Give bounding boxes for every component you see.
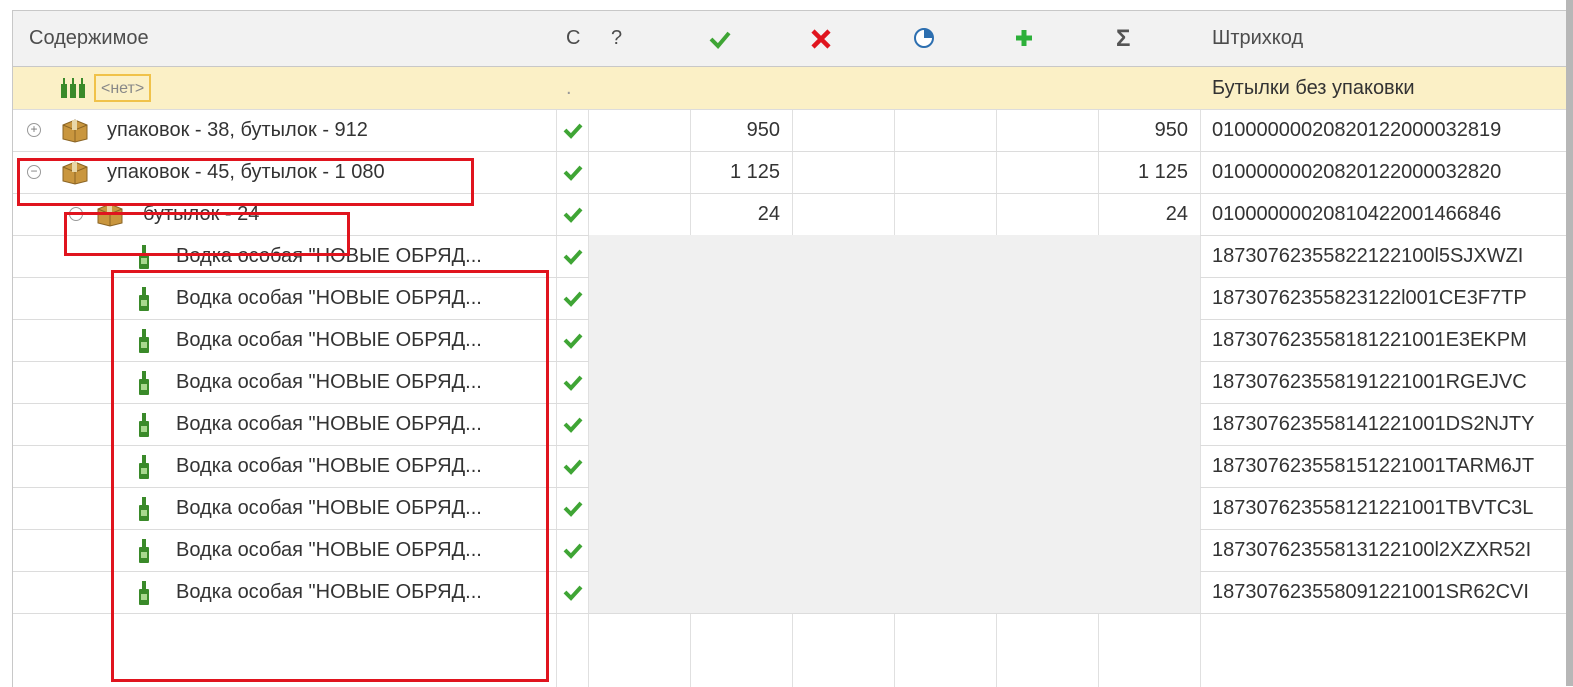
column-header-question[interactable]: ? bbox=[611, 11, 641, 66]
barcode-cell: 01000000020810422001466846 bbox=[1212, 203, 1502, 225]
barcode-cell: 01000000020820122000032819 bbox=[1212, 119, 1502, 141]
table-row[interactable]: <нет> . Бутылки без упаковки bbox=[13, 67, 1573, 110]
c-cell: . bbox=[566, 77, 572, 99]
barcode-cell: 187307623558121221001TBVTC3L bbox=[1212, 497, 1534, 519]
no-packaging-chip: <нет> bbox=[94, 74, 152, 102]
ok-count: 1 125 bbox=[729, 161, 780, 183]
empty-cells bbox=[589, 319, 1200, 361]
check-icon bbox=[563, 319, 588, 361]
check-icon bbox=[709, 31, 731, 49]
column-header-content[interactable]: Содержимое bbox=[29, 11, 549, 66]
check-icon bbox=[563, 235, 588, 277]
empty-cells bbox=[589, 445, 1200, 487]
highlight-box bbox=[111, 270, 549, 682]
check-icon bbox=[563, 529, 588, 571]
barcode-cell: 187307623558181221001E3EKPM bbox=[1212, 329, 1527, 351]
empty-cells bbox=[589, 571, 1200, 613]
grid-header: Содержимое С ? Σ Штрихкод bbox=[13, 11, 1573, 67]
barcode-cell: 187307623558191221001RGEJVC bbox=[1212, 371, 1527, 393]
column-header-barcode[interactable]: Штрихкод bbox=[1212, 11, 1562, 66]
highlight-box bbox=[64, 212, 350, 256]
pie-icon bbox=[914, 28, 934, 48]
barcode-cell: 187307623558151221001TARM6JT bbox=[1212, 455, 1535, 477]
check-icon bbox=[563, 109, 588, 151]
barcode-cell: 18730762355813122100l2XZXR52I bbox=[1212, 539, 1532, 561]
plus-icon bbox=[1016, 30, 1032, 46]
sum-count: 24 bbox=[1165, 203, 1188, 225]
vertical-scrollbar[interactable] bbox=[1566, 0, 1573, 686]
check-icon bbox=[563, 361, 588, 403]
barcode-cell: Бутылки без упаковки bbox=[1212, 77, 1415, 99]
empty-cells bbox=[589, 529, 1200, 571]
check-icon bbox=[563, 277, 588, 319]
package-label: упаковок - 38, бутылок - 912 bbox=[107, 119, 368, 141]
check-icon bbox=[563, 403, 588, 445]
check-icon bbox=[563, 193, 588, 235]
expand-icon[interactable]: + bbox=[27, 123, 41, 137]
column-header-c[interactable]: С bbox=[566, 11, 586, 66]
highlight-box bbox=[17, 158, 474, 206]
barcode-cell: 18730762355823122l001CE3F7TP bbox=[1212, 287, 1527, 309]
column-header-add[interactable] bbox=[1014, 11, 1074, 66]
bottles-icon bbox=[61, 78, 85, 98]
check-icon bbox=[563, 445, 588, 487]
sum-count: 1 125 bbox=[1137, 161, 1188, 183]
barcode-cell: 18730762355822122100l5SJXWZI bbox=[1212, 245, 1524, 267]
empty-cells bbox=[589, 487, 1200, 529]
empty-cells bbox=[589, 361, 1200, 403]
empty-cells bbox=[589, 277, 1200, 319]
column-header-error[interactable] bbox=[810, 11, 870, 66]
column-header-sum[interactable]: Σ bbox=[1116, 11, 1156, 66]
ok-count: 950 bbox=[746, 119, 780, 141]
check-icon bbox=[563, 487, 588, 529]
barcode-cell: 01000000020820122000032820 bbox=[1212, 161, 1502, 183]
ok-count: 24 bbox=[757, 203, 780, 225]
check-icon bbox=[563, 571, 588, 613]
empty-cells bbox=[589, 235, 1200, 277]
column-header-partial[interactable] bbox=[912, 11, 972, 66]
cross-icon bbox=[811, 29, 831, 49]
column-header-ok[interactable] bbox=[708, 11, 768, 66]
sum-count: 950 bbox=[1154, 119, 1188, 141]
table-row[interactable]: + упаковок - 38, бутылок - 912 950 950 0… bbox=[13, 109, 1573, 152]
check-icon bbox=[563, 151, 588, 193]
barcode-cell: 187307623558141221001DS2NJTY bbox=[1212, 413, 1535, 435]
empty-cells bbox=[589, 403, 1200, 445]
barcode-cell: 187307623558091221001SR62CVI bbox=[1212, 581, 1529, 603]
box-icon bbox=[62, 119, 88, 143]
